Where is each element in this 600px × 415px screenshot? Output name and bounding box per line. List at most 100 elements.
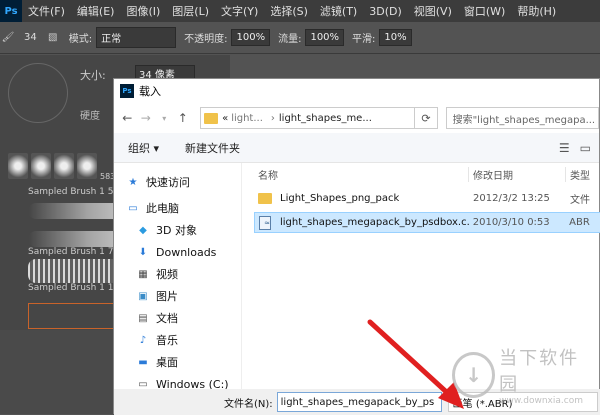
size-label: 大小: (80, 69, 106, 82)
new-folder-button[interactable]: 新建文件夹 (185, 140, 240, 156)
download-icon: ⬇ (138, 246, 148, 258)
nav-label: 桌面 (156, 356, 178, 369)
recent-chevron-icon[interactable]: ▾ (155, 114, 174, 123)
preview-pane-icon[interactable]: ▭ (580, 141, 591, 155)
watermark-url: www.downxia.com (499, 396, 583, 406)
nav-label: 视频 (156, 268, 178, 281)
mode-label: 模式: (68, 34, 93, 45)
menu-view[interactable]: 视图(V) (408, 3, 458, 19)
chevron-right-icon: › (270, 112, 275, 124)
forward-arrow-icon[interactable]: → (137, 111, 156, 125)
file-date: 2012/3/2 13:25 (473, 193, 550, 204)
photoshop-icon: Ps (120, 84, 134, 98)
opacity-label: 不透明度: (184, 34, 228, 45)
menu-file[interactable]: 文件(F) (22, 3, 71, 19)
cube-icon: ◆ (139, 224, 147, 236)
nav-label: 3D 对象 (156, 224, 197, 237)
search-input[interactable]: 搜索"light_shapes_megapa... (445, 107, 599, 129)
watermark-logo-icon: ↓ (452, 352, 496, 398)
view-options-icon[interactable]: ☰ (559, 141, 570, 155)
menu-select[interactable]: 选择(S) (264, 3, 314, 19)
crumb-2[interactable]: light_shapes_me... (279, 113, 372, 124)
menu-filter[interactable]: 滤镜(T) (314, 3, 363, 19)
nav-item-downloads[interactable]: ⬇ Downloads (114, 241, 241, 263)
filename-input[interactable]: light_shapes_megapack_by_ps (276, 392, 442, 412)
nav-item-music[interactable]: ♪ 音乐 (114, 329, 241, 351)
desktop-icon: ▬ (138, 356, 148, 368)
mode-select[interactable]: 正常 (96, 27, 177, 48)
hardness-label: 硬度 (80, 111, 100, 122)
folder-icon (258, 193, 272, 204)
address-prefix: « (222, 112, 229, 124)
picture-icon: ▣ (138, 290, 148, 302)
organize-button[interactable]: 组织 ▾ (128, 140, 159, 156)
menu-layer[interactable]: 图层(L) (166, 3, 215, 19)
nav-item-documents[interactable]: ▤ 文档 (114, 307, 241, 329)
nav-item-quick-access[interactable]: ★ 快速访问 (114, 171, 241, 193)
nav-label: 图片 (156, 290, 178, 303)
music-icon: ♪ (139, 334, 147, 346)
computer-icon: ▭ (128, 202, 138, 214)
flow-input[interactable]: 100% (305, 29, 345, 46)
brush-settings-icon[interactable]: ▧ (45, 30, 61, 46)
address-bar[interactable]: « light... › light_shapes_me... (200, 107, 416, 129)
dialog-titlebar: Ps 载入 (114, 79, 599, 103)
nav-label: 此电脑 (146, 202, 179, 215)
photoshop-logo: Ps (0, 0, 22, 22)
menu-type[interactable]: 文字(Y) (215, 3, 264, 19)
file-row-folder[interactable]: Light_Shapes_png_pack 2012/3/2 13:25 文件 (254, 188, 600, 209)
watermark: ↓ 当下软件园 www.downxia.com (452, 345, 592, 406)
brush-size-preset[interactable]: 34 (24, 32, 37, 43)
abr-file-icon: ≈ (259, 215, 271, 230)
nav-item-pictures[interactable]: ▣ 图片 (114, 285, 241, 307)
lower-panel (0, 330, 115, 414)
nav-item-desktop[interactable]: ▬ 桌面 (114, 351, 241, 373)
watermark-name: 当下软件园 (499, 348, 580, 395)
smoothing-input[interactable]: 10% (379, 29, 412, 46)
menu-help[interactable]: 帮助(H) (511, 3, 562, 19)
column-type[interactable]: 类型 (566, 167, 600, 182)
file-row-abr-selected[interactable]: ≈ light_shapes_megapack_by_psdbox.c... 20… (254, 212, 600, 233)
brush-tool-icon[interactable]: 🖌 (0, 30, 16, 46)
smoothing-control: 平滑: 10% (352, 29, 412, 46)
column-name[interactable]: 名称 (254, 166, 469, 182)
brush-tile[interactable] (77, 153, 97, 179)
menu-bar: Ps 文件(F) 编辑(E) 图像(I) 图层(L) 文字(Y) 选择(S) 滤… (0, 0, 600, 22)
back-arrow-icon[interactable]: ← (118, 111, 137, 125)
filename-value: light_shapes_megapack_by_ps (280, 396, 435, 408)
opacity-input[interactable]: 100% (231, 29, 271, 46)
folder-icon (204, 112, 219, 124)
nav-label: 快速访问 (146, 176, 190, 189)
file-date: 2010/3/10 0:53 (472, 217, 550, 228)
dialog-toolbar: 组织 ▾ 新建文件夹 ☰ ▭ (114, 133, 599, 163)
nav-label: 音乐 (156, 334, 178, 347)
up-arrow-icon[interactable]: ↑ (174, 111, 193, 125)
menu-edit[interactable]: 编辑(E) (71, 3, 121, 19)
menu-window[interactable]: 窗口(W) (458, 3, 511, 19)
column-date[interactable]: 修改日期 (469, 166, 566, 182)
menu-3d[interactable]: 3D(D) (363, 5, 408, 18)
column-header: 名称 修改日期 类型 (254, 163, 600, 185)
navigation-row: ← → ▾ ↑ « light... › light_shapes_me... … (114, 103, 599, 133)
nav-item-videos[interactable]: ▦ 视频 (114, 263, 241, 285)
nav-label: 文档 (156, 312, 178, 325)
options-bar: 🖌 34 ▧ 模式: 正常 不透明度: 100% 流量: 100% 平滑: 10… (0, 22, 600, 54)
brush-tile[interactable] (54, 153, 74, 179)
filename-label: 文件名(N): (224, 398, 273, 410)
nav-label: Downloads (156, 245, 217, 259)
crumb-1[interactable]: light... (231, 113, 263, 124)
brush-tile[interactable] (8, 153, 28, 179)
menu-image[interactable]: 图像(I) (120, 3, 166, 19)
brush-tile[interactable] (31, 153, 51, 179)
flow-label: 流量: (278, 34, 302, 45)
refresh-icon[interactable]: ⟳ (415, 107, 438, 129)
nav-item-3d-objects[interactable]: ◆ 3D 对象 (114, 219, 241, 241)
brush-angle-preview[interactable] (8, 63, 68, 123)
document-icon: ▤ (138, 312, 148, 324)
file-type: 文件 (570, 195, 590, 206)
brush-size-value: 34 (24, 32, 37, 43)
smoothing-label: 平滑: (352, 34, 376, 45)
video-icon: ▦ (138, 268, 148, 280)
file-type: ABR (569, 217, 590, 228)
nav-item-this-pc[interactable]: ▭ 此电脑 (114, 197, 241, 219)
